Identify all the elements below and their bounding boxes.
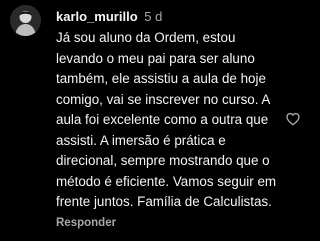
- avatar[interactable]: [10, 5, 41, 36]
- comment-timestamp: 5 d: [144, 9, 163, 24]
- comment-body: karlo_murillo 5 d Já sou aluno da Ordem,…: [56, 9, 282, 213]
- comment-text: Já sou aluno da Ordem, estou levando o m…: [56, 30, 277, 209]
- comment-header: karlo_murillo 5 d: [56, 9, 282, 25]
- comment-item: karlo_murillo 5 d Já sou aluno da Ordem,…: [0, 0, 311, 241]
- user-avatar-photo: [10, 5, 41, 36]
- heart-outline-icon: [286, 112, 300, 126]
- reply-button[interactable]: Responder: [56, 217, 116, 229]
- like-button[interactable]: [285, 111, 301, 127]
- username-link[interactable]: karlo_murillo: [56, 9, 138, 24]
